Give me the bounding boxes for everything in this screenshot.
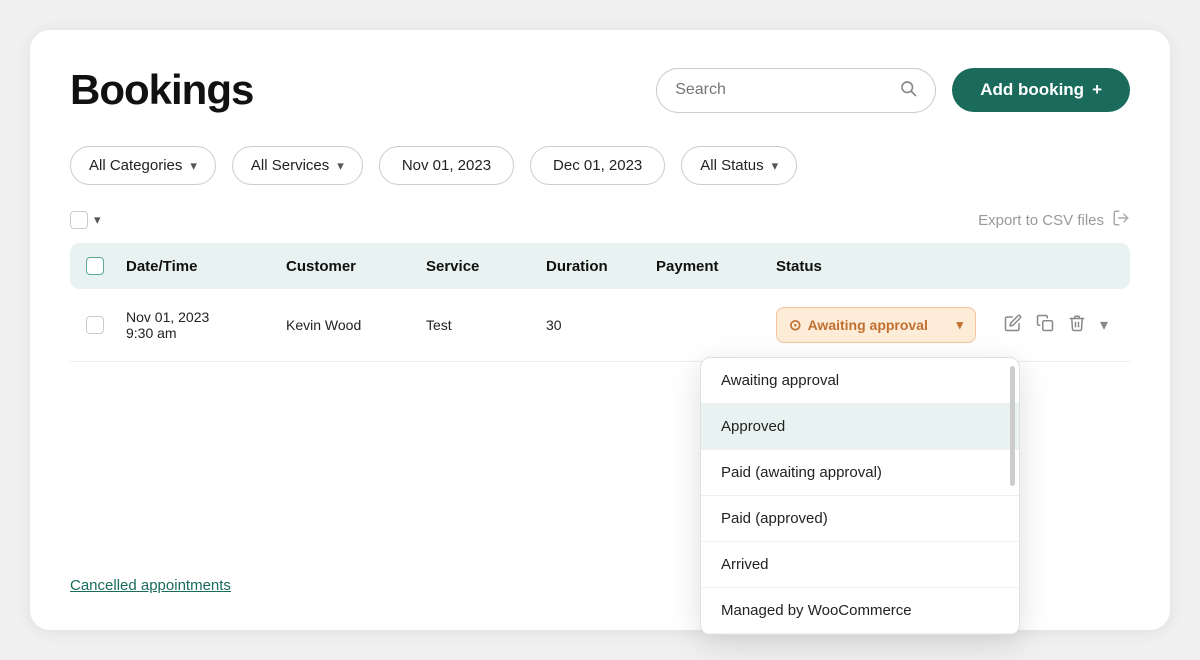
col-payment: Payment (656, 258, 776, 275)
row-checkbox-cell (86, 316, 126, 334)
current-status-label: Awaiting approval (808, 317, 928, 333)
date-to-label: Dec 01, 2023 (553, 157, 642, 174)
page-header: Bookings Add booking + (70, 66, 1130, 114)
status-badge-inner: ⊙ Awaiting approval (789, 316, 928, 334)
select-all-area[interactable]: ▾ (70, 211, 101, 229)
status-dropdown-trigger[interactable]: ⊙ Awaiting approval ▾ (776, 307, 976, 343)
delete-icon[interactable] (1068, 314, 1086, 337)
category-label: All Categories (89, 157, 182, 174)
select-all-checkbox[interactable] (70, 211, 88, 229)
add-booking-label: Add booking (980, 80, 1084, 100)
dropdown-item-paid-awaiting[interactable]: Paid (awaiting approval) (701, 450, 1019, 496)
row-duration: 30 (546, 317, 656, 333)
export-label: Export to CSV files (978, 212, 1104, 229)
services-chevron-icon: ▾ (337, 158, 344, 174)
expand-icon[interactable]: ▾ (1100, 315, 1108, 335)
row-customer: Kevin Wood (286, 317, 426, 333)
status-chevron-icon: ▾ (772, 158, 779, 174)
dropdown-item-arrived[interactable]: Arrived (701, 542, 1019, 588)
col-datetime: Date/Time (126, 258, 286, 275)
dropdown-item-woocommerce[interactable]: Managed by WooCommerce (701, 588, 1019, 634)
dropdown-item-paid-approved[interactable]: Paid (approved) (701, 496, 1019, 542)
dropdown-scrollbar (1010, 366, 1015, 486)
row-status-cell: ⊙ Awaiting approval ▾ (776, 307, 1114, 343)
warning-icon: ⊙ (789, 316, 802, 334)
search-input[interactable] (675, 81, 891, 99)
add-icon: + (1092, 80, 1102, 100)
status-chevron-icon: ▾ (956, 317, 963, 333)
status-filter[interactable]: All Status ▾ (681, 146, 797, 185)
row-datetime: Nov 01, 20239:30 am (126, 309, 286, 341)
export-icon (1112, 209, 1130, 231)
cancelled-label: Cancelled appointments (70, 577, 231, 594)
row-checkbox[interactable] (86, 316, 104, 334)
status-label: All Status (700, 157, 763, 174)
search-box[interactable] (656, 68, 936, 113)
table-header: Date/Time Customer Service Duration Paym… (70, 243, 1130, 289)
table-row: Nov 01, 20239:30 am Kevin Wood Test 30 ⊙… (70, 289, 1130, 362)
dropdown-item-approved[interactable]: Approved (701, 404, 1019, 450)
row-service: Test (426, 317, 546, 333)
copy-icon[interactable] (1036, 314, 1054, 337)
col-service: Service (426, 258, 546, 275)
date-from-filter[interactable]: Nov 01, 2023 (379, 146, 514, 185)
dropdown-item-awaiting[interactable]: Awaiting approval (701, 358, 1019, 404)
date-to-filter[interactable]: Dec 01, 2023 (530, 146, 665, 185)
filters-row: All Categories ▾ All Services ▾ Nov 01, … (70, 146, 1130, 185)
services-filter[interactable]: All Services ▾ (232, 146, 363, 185)
add-booking-button[interactable]: Add booking + (952, 68, 1130, 112)
row-actions: ▾ (1004, 314, 1108, 337)
cancelled-appointments-link[interactable]: Cancelled appointments (70, 577, 231, 594)
page-title: Bookings (70, 66, 253, 114)
category-chevron-icon: ▾ (190, 158, 197, 174)
status-dropdown: Awaiting approval Approved Paid (awaitin… (700, 357, 1020, 635)
select-all-chevron-icon[interactable]: ▾ (94, 212, 101, 228)
services-label: All Services (251, 157, 329, 174)
header-actions: Add booking + (656, 68, 1130, 113)
bookings-table: Date/Time Customer Service Duration Paym… (70, 243, 1130, 362)
col-duration: Duration (546, 258, 656, 275)
search-icon (899, 79, 917, 102)
col-customer: Customer (286, 258, 426, 275)
export-csv-button[interactable]: Export to CSV files (978, 209, 1130, 231)
edit-icon[interactable] (1004, 314, 1022, 337)
bookings-card: Bookings Add booking + All Categories ▾ (30, 30, 1170, 630)
header-checkbox[interactable] (86, 257, 104, 275)
date-from-label: Nov 01, 2023 (402, 157, 491, 174)
table-toolbar: ▾ Export to CSV files (70, 209, 1130, 231)
col-status: Status (776, 258, 1114, 275)
category-filter[interactable]: All Categories ▾ (70, 146, 216, 185)
